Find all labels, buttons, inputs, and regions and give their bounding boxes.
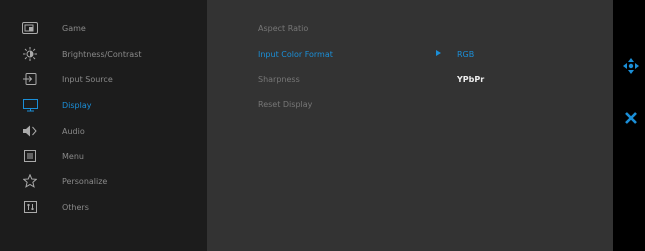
menu-item-label: Audio	[62, 126, 85, 136]
submenu-item-reset-display[interactable]: Reset Display	[258, 100, 312, 109]
menu-item-label: Game	[62, 23, 86, 33]
menu-item-personalize[interactable]: Personalize	[0, 168, 207, 194]
menu-item-others[interactable]: Others	[0, 194, 207, 220]
navigate-button[interactable]	[621, 58, 641, 78]
menu-icon	[22, 149, 38, 163]
control-bar	[613, 0, 645, 251]
navigate-icon	[622, 57, 640, 79]
brightness-icon	[22, 47, 38, 61]
menu-item-brightness-contrast[interactable]: Brightness/Contrast	[0, 41, 207, 67]
submenu-item-sharpness[interactable]: Sharpness	[258, 75, 300, 84]
main-menu-sidebar: Game Brightness/Contrast Input Source Di…	[0, 0, 207, 251]
input-source-icon	[22, 72, 38, 86]
menu-item-label: Input Source	[62, 74, 113, 84]
close-icon	[624, 110, 638, 129]
menu-item-label: Personalize	[62, 176, 108, 186]
star-icon	[22, 174, 38, 188]
selection-arrow-icon	[436, 50, 441, 56]
menu-item-input-source[interactable]: Input Source	[0, 66, 207, 92]
menu-item-menu[interactable]: Menu	[0, 143, 207, 169]
option-ypbpr[interactable]: YPbPr	[457, 75, 484, 84]
menu-item-game[interactable]: Game	[0, 15, 207, 41]
submenu-item-input-color-format[interactable]: Input Color Format	[258, 50, 333, 59]
display-icon	[22, 98, 38, 112]
osd-menu: Game Brightness/Contrast Input Source Di…	[0, 0, 645, 251]
submenu-item-aspect-ratio[interactable]: Aspect Ratio	[258, 24, 308, 33]
others-icon	[22, 200, 38, 214]
option-rgb[interactable]: RGB	[457, 50, 474, 59]
display-submenu: Aspect Ratio Input Color Format Sharpnes…	[207, 0, 613, 251]
game-icon	[22, 21, 38, 35]
close-button[interactable]	[621, 109, 641, 129]
menu-item-label: Display	[62, 100, 92, 110]
menu-item-label: Brightness/Contrast	[62, 49, 142, 59]
menu-item-label: Menu	[62, 151, 84, 161]
speaker-icon	[22, 124, 38, 138]
menu-item-label: Others	[62, 202, 89, 212]
menu-item-display[interactable]: Display	[0, 92, 207, 118]
menu-item-audio[interactable]: Audio	[0, 118, 207, 144]
